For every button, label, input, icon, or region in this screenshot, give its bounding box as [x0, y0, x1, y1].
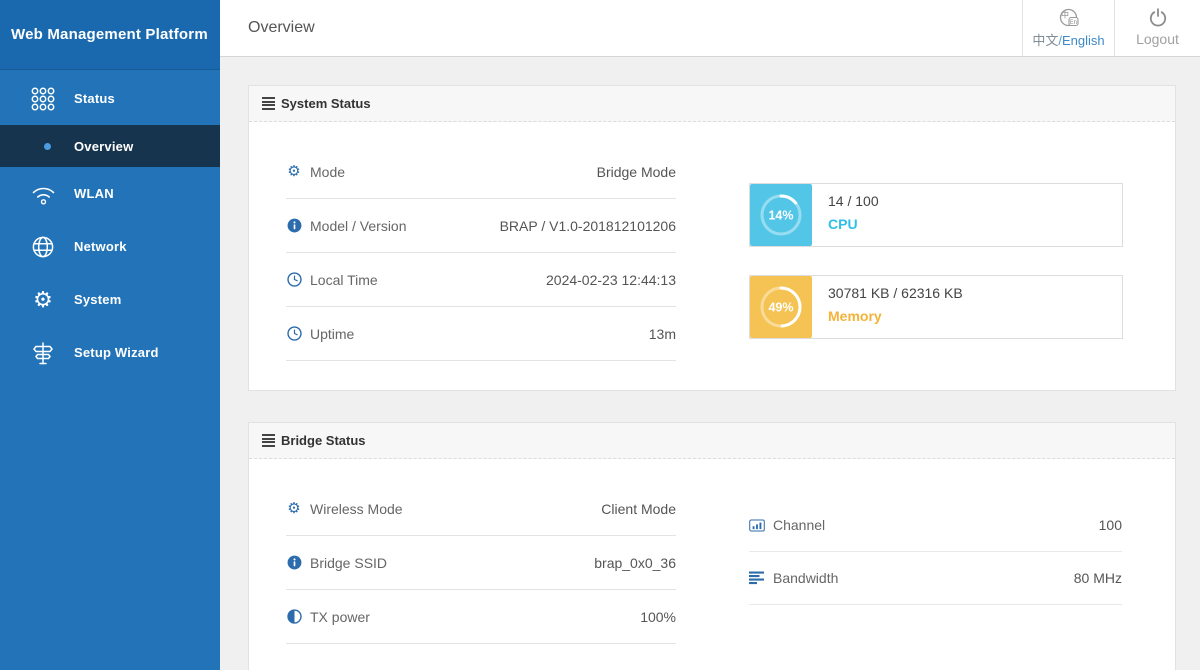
row-value: Bridge Mode: [597, 164, 676, 180]
sidebar-item-label: WLAN: [74, 186, 114, 201]
sidebar-item-system[interactable]: ⚙ System: [0, 273, 220, 326]
gauges: 14% 14 / 100 CPU 49% 307: [749, 183, 1123, 367]
memory-info: 30781 KB / 62316 KB Memory: [812, 276, 963, 338]
table-row: Local Time 2024-02-23 12:44:13: [286, 253, 676, 307]
memory-gauge: 49%: [750, 276, 812, 338]
sidebar-item-network[interactable]: Network: [0, 220, 220, 273]
memory-label: Memory: [828, 308, 963, 324]
table-row: TX power 100%: [286, 590, 676, 644]
row-label: Channel: [773, 517, 825, 533]
sidebar: Web Management Platform Status Overview: [0, 0, 220, 670]
sidebar-menu: Status Overview WLAN: [0, 70, 220, 379]
sidebar-item-label: System: [74, 292, 121, 307]
row-label: Model / Version: [310, 218, 407, 234]
grid-icon: [28, 86, 58, 112]
sidebar-item-label: Status: [74, 91, 115, 106]
topbar: Overview 中 En 中文/English Logout: [220, 0, 1200, 57]
signpost-icon: [28, 340, 58, 366]
table-row: Bandwidth 80 MHz: [749, 552, 1122, 605]
memory-value: 30781 KB / 62316 KB: [828, 285, 963, 301]
bridge-status-right-rows: Channel 100 Bandwidth 80 MHz: [749, 499, 1122, 605]
cpu-info: 14 / 100 CPU: [812, 184, 879, 246]
row-label: Mode: [310, 164, 345, 180]
bridge-status-header: Bridge Status: [249, 423, 1175, 459]
logout-label: Logout: [1115, 31, 1200, 47]
half-circle-icon: [286, 609, 302, 624]
cpu-value: 14 / 100: [828, 193, 879, 209]
dot-icon: [40, 143, 54, 150]
row-label: Wireless Mode: [310, 501, 403, 517]
bar-chart-icon: [749, 518, 765, 533]
table-row: ⚙ Wireless Mode Client Mode: [286, 482, 676, 536]
gear-icon: ⚙: [286, 164, 302, 179]
table-row: Channel 100: [749, 499, 1122, 552]
memory-gauge-card: 49% 30781 KB / 62316 KB Memory: [749, 275, 1123, 339]
globe-icon: [28, 234, 58, 260]
info-icon: [286, 555, 302, 570]
memory-percent: 49%: [768, 301, 793, 315]
table-row: Model / Version BRAP / V1.0-201812101206: [286, 199, 676, 253]
table-row: Uptime 13m: [286, 307, 676, 361]
table-row: Bridge SSID brap_0x0_36: [286, 536, 676, 590]
translate-icon: 中 En: [1023, 7, 1114, 29]
row-value: Client Mode: [601, 501, 676, 517]
clock-icon: [286, 326, 302, 341]
sidebar-item-overview[interactable]: Overview: [0, 125, 220, 167]
row-label: Bandwidth: [773, 570, 838, 586]
language-toggle-button[interactable]: 中 En 中文/English: [1022, 0, 1114, 56]
bandwidth-icon: [749, 571, 765, 585]
bridge-status-left-rows: ⚙ Wireless Mode Client Mode Bridge SSID …: [286, 459, 676, 644]
sidebar-header: Web Management Platform: [0, 0, 220, 70]
row-value: 2024-02-23 12:44:13: [546, 272, 676, 288]
sidebar-item-status[interactable]: Status: [0, 72, 220, 125]
info-icon: [286, 218, 302, 233]
gear-icon: ⚙: [28, 289, 58, 311]
page-title: Overview: [248, 0, 315, 56]
language-en: English: [1062, 33, 1105, 48]
sidebar-item-setup-wizard[interactable]: Setup Wizard: [0, 326, 220, 379]
cpu-gauge-card: 14% 14 / 100 CPU: [749, 183, 1123, 247]
table-row: ⚙ Mode Bridge Mode: [286, 145, 676, 199]
row-label: Uptime: [310, 326, 354, 342]
panel-title: Bridge Status: [281, 433, 366, 448]
row-value: 80 MHz: [1074, 570, 1122, 586]
cpu-gauge: 14%: [750, 184, 812, 246]
cpu-label: CPU: [828, 216, 879, 232]
row-value: brap_0x0_36: [594, 555, 676, 571]
app-title: Web Management Platform: [11, 26, 208, 43]
language-zh: 中文: [1032, 33, 1058, 48]
row-value: 100%: [640, 609, 676, 625]
system-status-panel: System Status ⚙ Mode Bridge Mode Model /…: [248, 85, 1176, 391]
power-icon: [1115, 7, 1200, 29]
clock-icon: [286, 272, 302, 287]
row-value: 100: [1099, 517, 1122, 533]
wifi-icon: [28, 182, 58, 206]
system-status-rows: ⚙ Mode Bridge Mode Model / Version BRAP …: [286, 122, 676, 361]
list-icon: [262, 434, 275, 447]
row-label: Bridge SSID: [310, 555, 387, 571]
system-status-header: System Status: [249, 86, 1175, 122]
svg-text:En: En: [1069, 20, 1077, 26]
list-icon: [262, 97, 275, 110]
sidebar-item-label: Network: [74, 239, 127, 254]
sidebar-item-label: Setup Wizard: [74, 345, 159, 360]
main-content: System Status ⚙ Mode Bridge Mode Model /…: [220, 57, 1200, 670]
logout-button[interactable]: Logout: [1114, 0, 1200, 56]
row-label: TX power: [310, 609, 370, 625]
sidebar-item-label: Overview: [74, 139, 133, 154]
bridge-status-panel: Bridge Status ⚙ Wireless Mode Client Mod…: [248, 422, 1176, 670]
svg-text:中: 中: [1061, 10, 1069, 20]
panel-title: System Status: [281, 96, 371, 111]
sidebar-item-wlan[interactable]: WLAN: [0, 167, 220, 220]
language-label: 中文/English: [1023, 30, 1114, 49]
row-value: 13m: [649, 326, 676, 342]
row-label: Local Time: [310, 272, 378, 288]
cpu-percent: 14%: [768, 209, 793, 223]
row-value: BRAP / V1.0-201812101206: [500, 218, 676, 234]
gear-icon: ⚙: [286, 501, 302, 516]
